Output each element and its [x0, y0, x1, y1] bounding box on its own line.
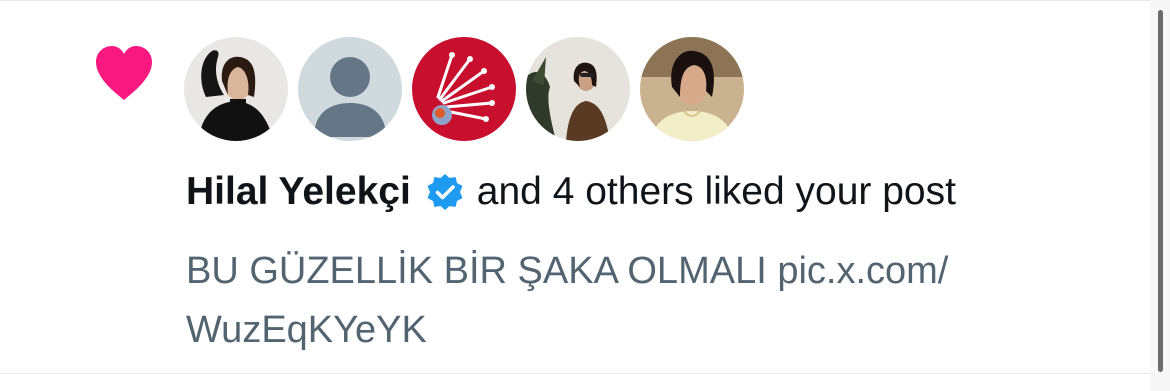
action-text: and 4 others liked your post — [476, 170, 956, 213]
verified-badge-icon — [427, 174, 463, 210]
notification-headline: Hilal Yelekçi and 4 others liked your po… — [186, 168, 956, 216]
avatar-1[interactable] — [184, 37, 288, 141]
bottom-divider — [0, 373, 1150, 374]
avatar-woman-plants[interactable] — [526, 37, 630, 141]
post-text: BU GÜZELLİK BİR ŞAKA OLMALI pic.x.com/ W… — [186, 250, 949, 351]
like-notification[interactable]: Hilal Yelekçi and 4 others liked your po… — [0, 0, 1170, 391]
default-avatar-icon[interactable] — [298, 37, 402, 141]
avatar-red-badge[interactable] — [412, 37, 516, 141]
user-name-link[interactable]: Hilal Yelekçi — [186, 168, 411, 216]
liker-avatars — [184, 37, 754, 141]
avatar-woman-portrait[interactable] — [640, 37, 744, 141]
heart-icon — [96, 46, 152, 100]
post-preview-text[interactable]: BU GÜZELLİK BİR ŞAKA OLMALI pic.x.com/ W… — [186, 242, 1086, 360]
top-divider — [0, 0, 1150, 1]
scrollbar-thumb[interactable] — [1158, 10, 1163, 372]
